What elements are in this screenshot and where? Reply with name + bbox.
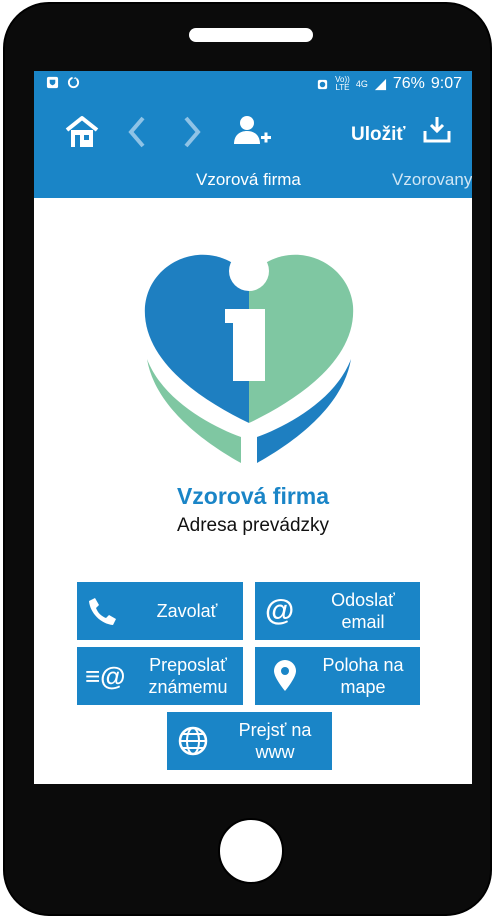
at-sign-icon: @ xyxy=(265,594,295,627)
alarm-icon xyxy=(317,79,328,89)
signal-icon xyxy=(374,78,386,90)
home-button[interactable] xyxy=(62,112,102,152)
chevron-right-icon xyxy=(184,116,201,148)
call-button[interactable]: Zavolať xyxy=(77,582,243,640)
tab-company-second[interactable]: Vzorovany xyxy=(392,170,472,190)
phone-icon xyxy=(89,598,116,625)
sync-notification-icon xyxy=(67,76,80,89)
phone-home-button[interactable] xyxy=(218,818,284,884)
fast-at-icon: ≡@ xyxy=(85,661,126,691)
forward-to-friend-button[interactable]: ≡@ Preposlať známemu xyxy=(77,647,243,705)
company-name: Vzorová firma xyxy=(176,483,330,509)
save-button[interactable]: Uložiť xyxy=(351,124,406,146)
status-bar: Vo)) LTE 4G 76% 9:07 xyxy=(34,71,472,98)
call-label: Zavolať xyxy=(156,601,218,621)
clock: 9:07 xyxy=(430,75,462,92)
visit-website-label: Prejsť na www xyxy=(238,720,312,762)
battery-level: 76% xyxy=(392,75,425,92)
map-pin-icon xyxy=(274,660,296,691)
globe-icon xyxy=(178,726,208,756)
network-type: 4G xyxy=(355,79,368,89)
send-email-label: Odoslať email xyxy=(331,590,395,632)
map-location-label: Poloha na mape xyxy=(322,655,404,697)
map-location-button[interactable]: Poloha na mape xyxy=(255,647,420,705)
home-icon xyxy=(65,116,99,147)
send-email-button[interactable]: @ Odoslať email xyxy=(255,582,420,640)
tab-company[interactable]: Vzorová firma xyxy=(196,170,301,190)
company-address: Adresa prevádzky xyxy=(176,515,330,536)
back-button[interactable] xyxy=(122,112,152,152)
phone-frame: Vo)) LTE 4G 76% 9:07 Uložiť Vzorová firm… xyxy=(3,2,492,916)
info-heart-logo xyxy=(143,251,355,463)
chevron-left-icon xyxy=(128,116,145,148)
add-person-icon xyxy=(234,116,271,144)
phone-speaker xyxy=(189,28,313,42)
forward-button[interactable] xyxy=(177,112,207,152)
app-toolbar: Uložiť Vzorová firma Vzorovany xyxy=(34,98,472,198)
download-button[interactable] xyxy=(419,112,455,148)
download-icon xyxy=(423,117,451,143)
app-screen: Vo)) LTE 4G 76% 9:07 Uložiť Vzorová firm… xyxy=(34,71,472,784)
forward-to-friend-label: Preposlať známemu xyxy=(148,655,228,697)
volte-indicator: Vo)) LTE xyxy=(335,75,350,92)
add-contact-button[interactable] xyxy=(230,112,274,152)
visit-website-button[interactable]: Prejsť na www xyxy=(167,712,332,770)
shield-notification-icon xyxy=(46,76,59,89)
